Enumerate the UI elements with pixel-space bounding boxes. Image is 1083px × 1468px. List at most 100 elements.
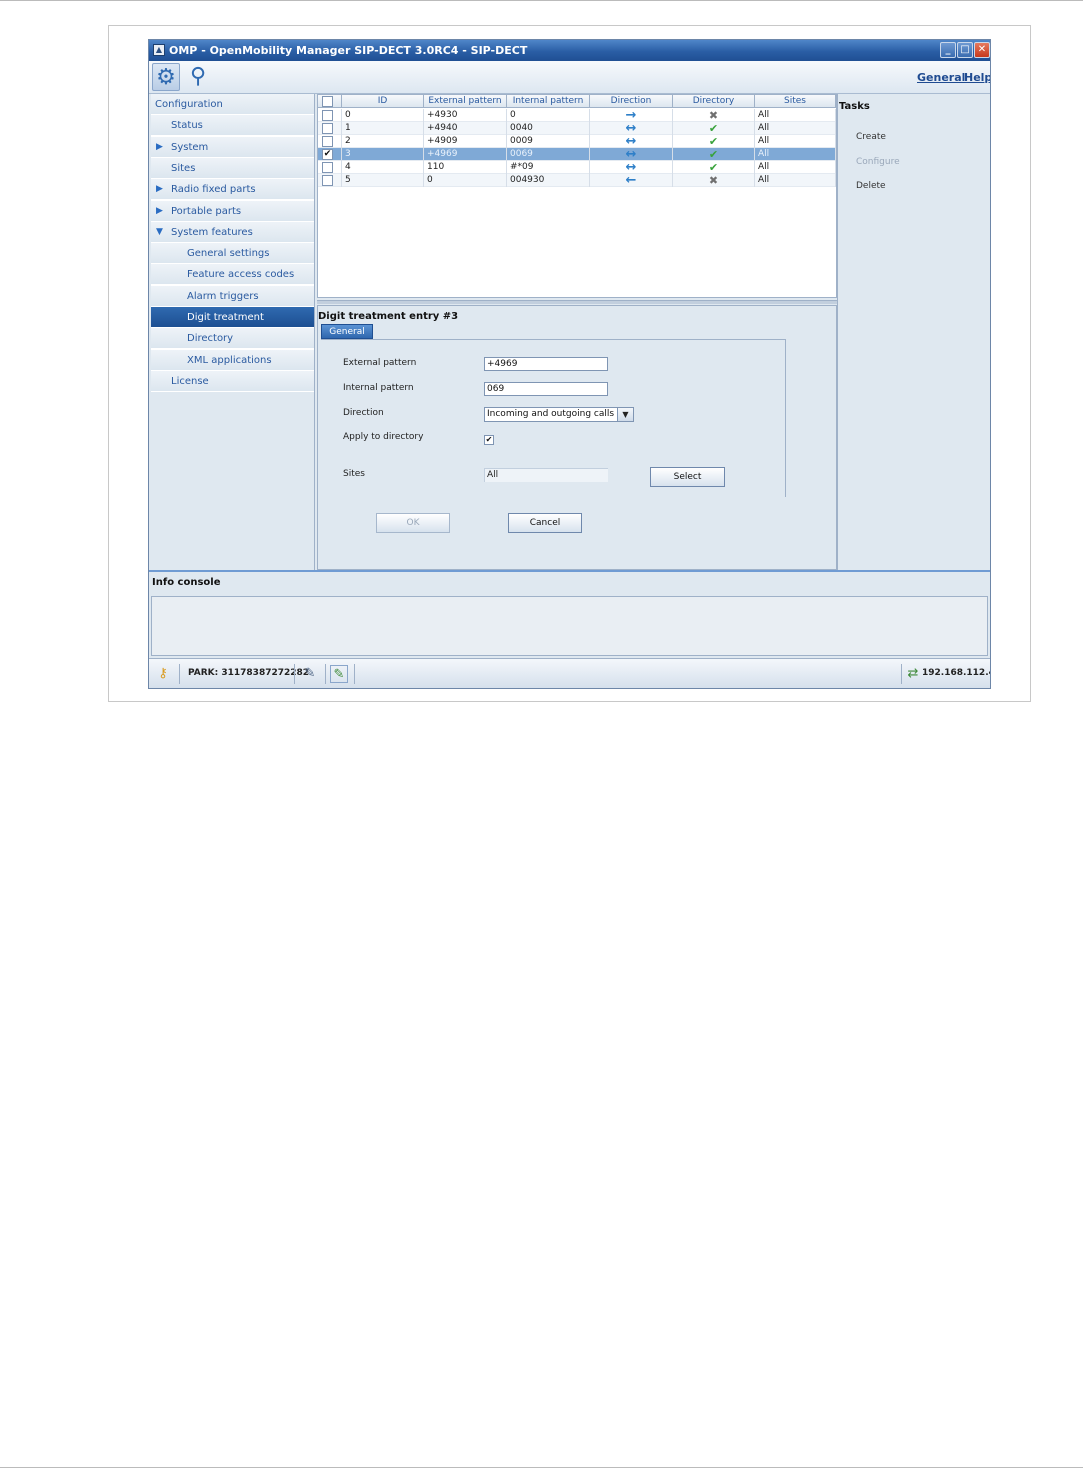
cell-id-text: 3 (345, 149, 351, 159)
minimize-button[interactable]: _ (940, 42, 956, 58)
collapsed-arrow-icon[interactable]: ▶ (156, 179, 163, 200)
user-connected-icon[interactable]: ✎ (330, 665, 348, 683)
sidebar-item-feature-access-codes[interactable]: Feature access codes (151, 264, 314, 286)
cell-sites: All (755, 174, 836, 187)
internal-pattern-input[interactable]: 069 (484, 382, 608, 396)
user-alert-icon[interactable]: ✎ (301, 665, 319, 683)
info-console-body[interactable] (151, 596, 988, 656)
sidebar-item-xml-applications[interactable]: XML applications (151, 349, 314, 371)
cell-id-text: 2 (345, 136, 351, 146)
cell-sites: All (755, 135, 836, 148)
cell-external-text: +4930 (427, 110, 458, 120)
table-row[interactable]: 2 +4909 0009 ↔ ✔ All (318, 135, 836, 148)
cell-external: +4969 (424, 148, 507, 161)
cell-sites-text: All (758, 149, 770, 159)
collapsed-arrow-icon[interactable]: ▶ (156, 137, 163, 158)
cell-id-text: 1 (345, 123, 351, 133)
sidebar-item-label: Directory (187, 333, 234, 345)
window-title: OMP - OpenMobility Manager SIP-DECT 3.0R… (169, 44, 528, 57)
external-pattern-input[interactable]: +4969 (484, 357, 608, 371)
general-link[interactable]: General (917, 71, 965, 84)
app-icon: ▲ (153, 44, 165, 56)
task-create[interactable]: Create (856, 132, 886, 142)
direction-label: Direction (343, 408, 384, 418)
sidebar-item-system[interactable]: ▶ System (151, 136, 314, 158)
direction-arrow-icon: ↔ (625, 122, 637, 135)
sidebar-item-license[interactable]: License (151, 370, 314, 392)
close-button[interactable]: ✕ (974, 42, 990, 58)
column-header-id[interactable]: ID (342, 95, 424, 108)
check-icon: ✔ (708, 135, 719, 148)
sidebar-item-portable-parts[interactable]: ▶ Portable parts (151, 200, 314, 222)
row-checkbox[interactable] (322, 136, 333, 147)
column-header-direction[interactable]: Direction (590, 95, 673, 108)
sites-value: All (484, 468, 608, 482)
ok-button[interactable]: OK (376, 513, 450, 533)
apply-to-directory-label: Apply to directory (343, 432, 424, 442)
sidebar-item-digit-treatment[interactable]: Digit treatment (151, 307, 314, 328)
direction-arrow-icon: → (625, 109, 637, 122)
configuration-gear-icon[interactable]: ⚙ (152, 63, 180, 91)
sidebar-item-label: Configuration (155, 99, 223, 110)
sidebar-item-directory[interactable]: Directory (151, 328, 314, 350)
detail-panel: Digit treatment entry #3 General Externa… (317, 305, 837, 570)
direction-arrow-icon: ↔ (625, 148, 637, 161)
table-row[interactable]: ✔ 3 +4969 0069 ↔ ✔ All (318, 148, 836, 161)
cell-id: 3 (342, 148, 424, 161)
cell-id: 0 (342, 109, 424, 122)
sidebar-item-radio-fixed-parts[interactable]: ▶ Radio fixed parts (151, 179, 314, 201)
task-configure[interactable]: Configure (856, 157, 900, 167)
sidebar-item-configuration[interactable]: Configuration (151, 94, 314, 115)
maximize-button[interactable]: □ (957, 42, 973, 58)
row-checkbox[interactable] (322, 123, 333, 134)
column-header-sites[interactable]: Sites (755, 95, 836, 108)
cell-sites-text: All (758, 136, 770, 146)
apply-to-directory-checkbox[interactable]: ✔ (484, 435, 494, 445)
cancel-button[interactable]: Cancel (508, 513, 582, 533)
cell-sites: All (755, 122, 836, 135)
sidebar-item-sites[interactable]: Sites (151, 157, 314, 179)
cell-internal: 0 (507, 109, 590, 122)
tab-general[interactable]: General (321, 324, 373, 339)
select-sites-button[interactable]: Select (650, 467, 725, 487)
sidebar-item-system-features[interactable]: ▼ System features (151, 221, 314, 243)
table-row[interactable]: 4 110 #*09 ↔ ✔ All (318, 161, 836, 174)
omp-window: ▲ OMP - OpenMobility Manager SIP-DECT 3.… (148, 39, 991, 689)
column-header-directory[interactable]: Directory (673, 95, 755, 108)
header-select-all[interactable] (318, 95, 342, 108)
direction-select[interactable]: Incoming and outgoing calls ▼ (484, 407, 634, 422)
check-icon: ✔ (708, 148, 719, 161)
tasks-panel: Tasks Create Configure Delete (837, 94, 990, 570)
collapsed-arrow-icon[interactable]: ▶ (156, 201, 163, 222)
row-checkbox[interactable]: ✔ (322, 149, 333, 160)
table-row[interactable]: 1 +4940 0040 ↔ ✔ All (318, 122, 836, 135)
task-delete[interactable]: Delete (856, 181, 886, 191)
column-header-external-pattern[interactable]: External pattern (424, 95, 507, 108)
sidebar-item-alarm-triggers[interactable]: Alarm triggers (151, 285, 314, 307)
search-icon[interactable]: ⚲ (184, 63, 212, 91)
row-checkbox[interactable] (322, 162, 333, 173)
row-checkbox[interactable] (322, 175, 333, 186)
row-checkbox[interactable] (322, 110, 333, 121)
expanded-arrow-icon[interactable]: ▼ (156, 222, 163, 243)
table-row[interactable]: 5 0 004930 ← ✖ All (318, 174, 836, 187)
chevron-down-icon[interactable]: ▼ (617, 408, 633, 421)
general-tab-panel: External pattern +4969 Internal pattern … (321, 339, 786, 497)
cell-internal-text: 0009 (510, 136, 533, 146)
select-all-checkbox[interactable] (322, 96, 333, 107)
status-separator (325, 664, 326, 684)
sidebar-item-general-settings[interactable]: General settings (151, 243, 314, 265)
cell-direction: → (590, 109, 673, 122)
sidebar-item-label: System features (171, 226, 253, 238)
cell-internal-text: 0040 (510, 123, 533, 133)
cell-external-text: 0 (427, 175, 433, 185)
cell-direction: ← (590, 174, 673, 187)
title-bar[interactable]: ▲ OMP - OpenMobility Manager SIP-DECT 3.… (149, 40, 990, 61)
sidebar-item-status[interactable]: Status (151, 115, 314, 137)
cell-external: +4940 (424, 122, 507, 135)
help-link[interactable]: Help (964, 71, 990, 84)
sidebar-item-label: XML applications (187, 354, 272, 366)
column-header-internal-pattern[interactable]: Internal pattern (507, 95, 590, 108)
splitter-handle[interactable] (317, 300, 837, 304)
table-row[interactable]: 0 +4930 0 → ✖ All (318, 109, 836, 122)
